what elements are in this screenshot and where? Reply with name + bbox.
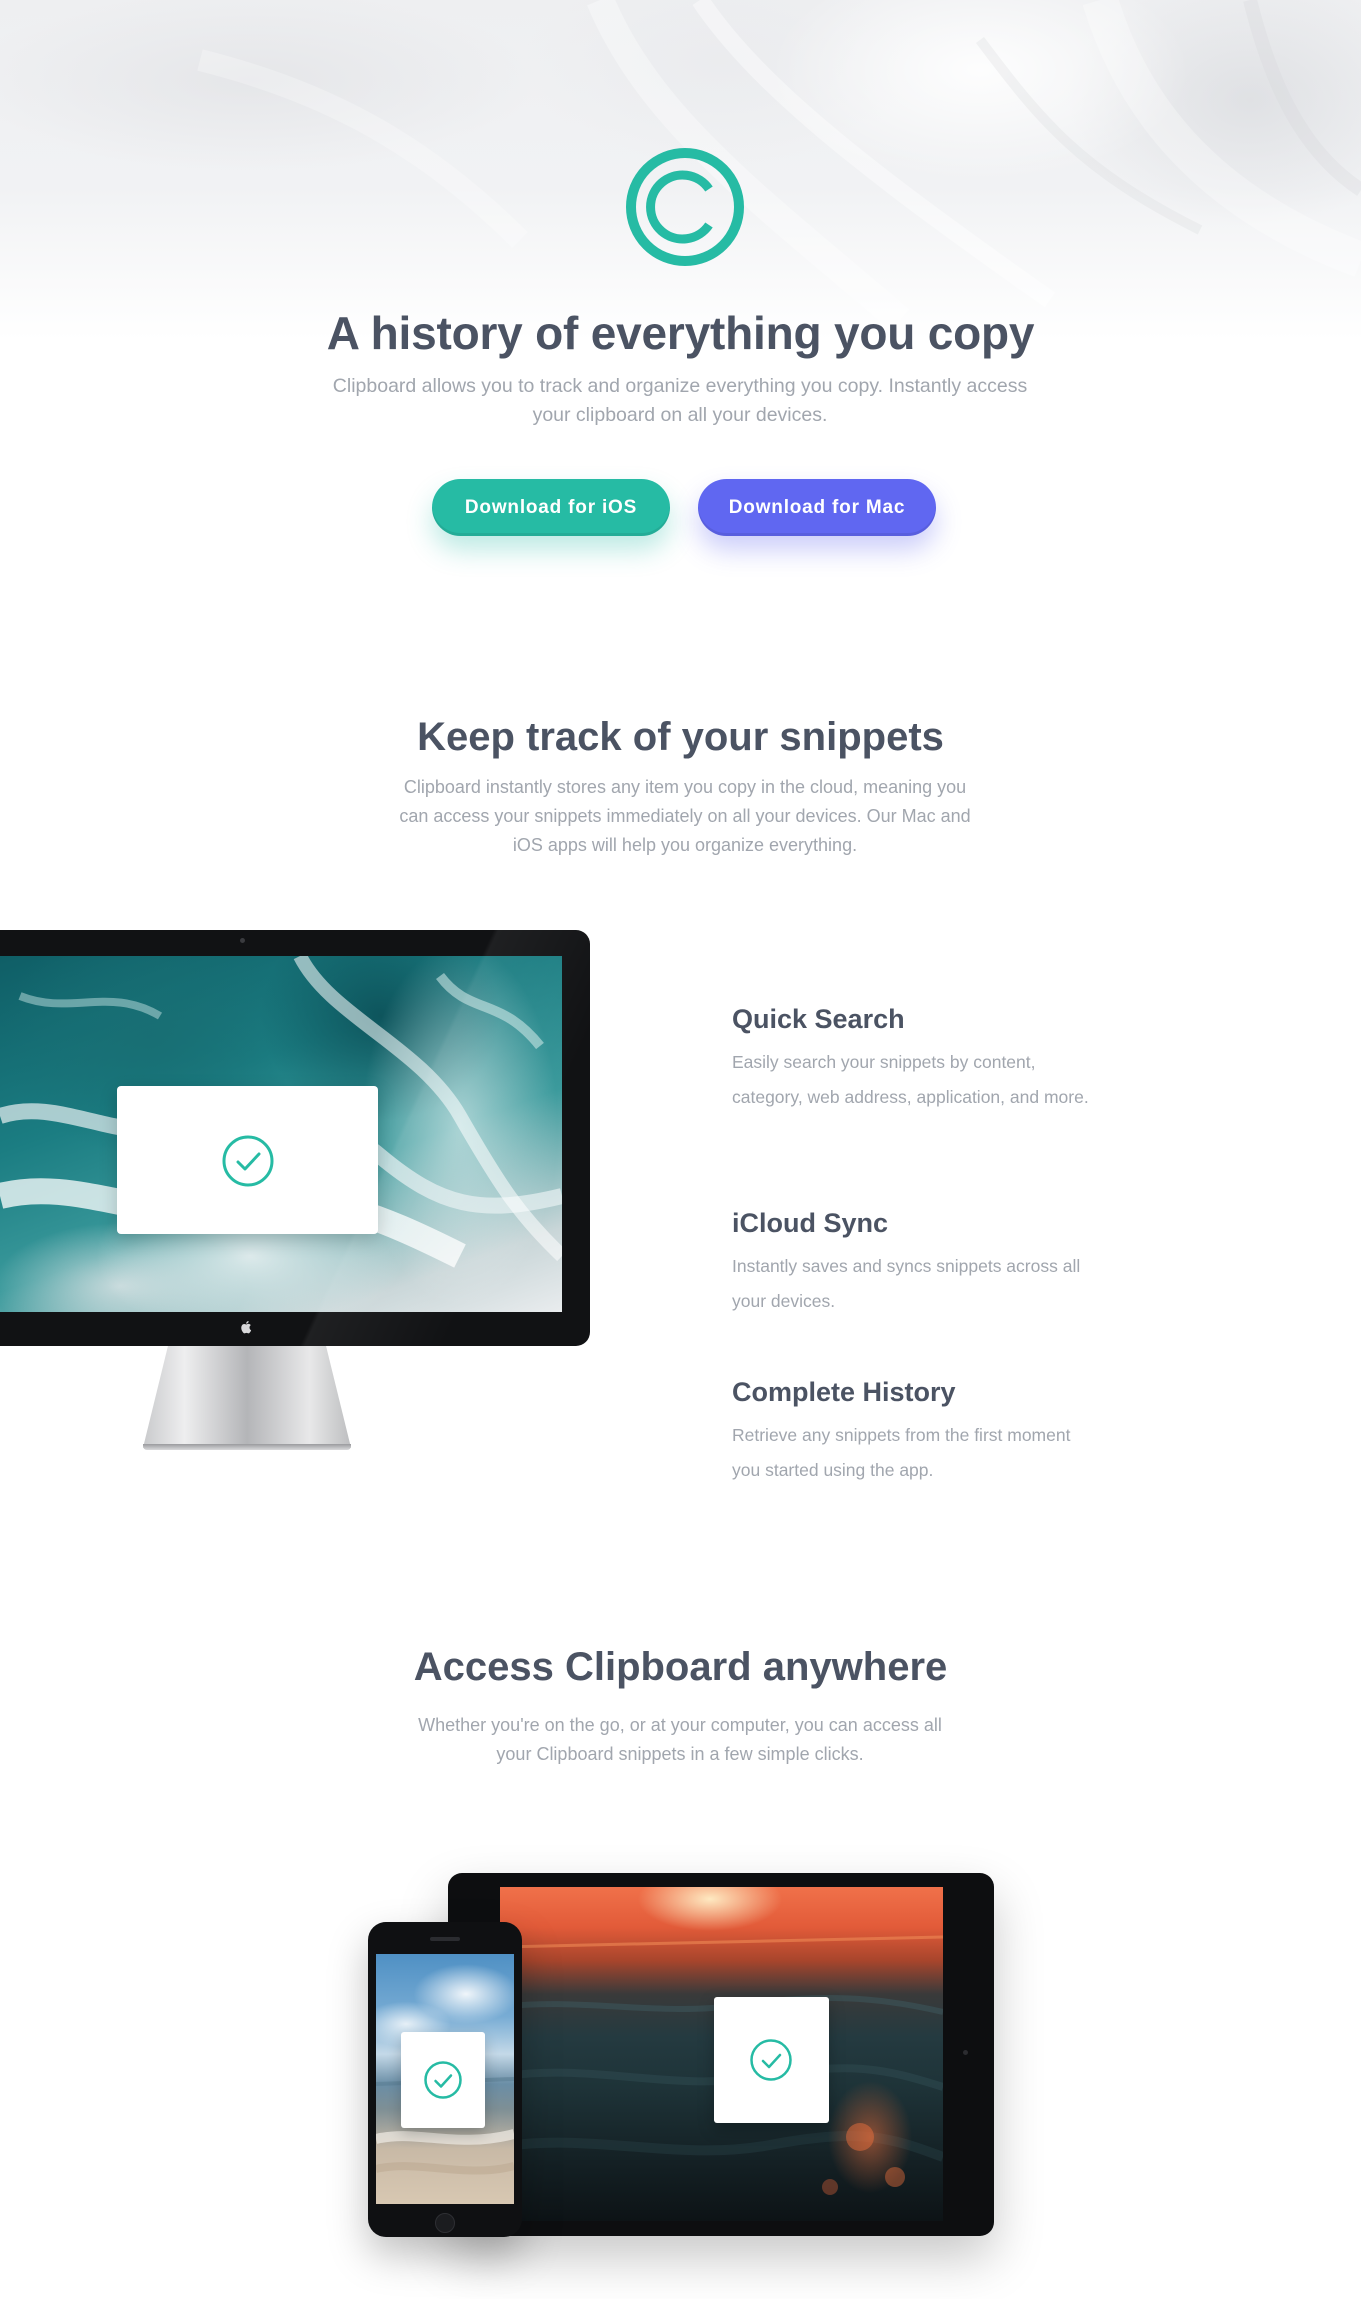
imac-illustration: [0, 930, 590, 1452]
download-mac-button[interactable]: Download for Mac: [698, 479, 936, 536]
tablet-screen: [500, 1887, 943, 2221]
access-subtitle: Whether you're on the go, or at your com…: [418, 1715, 942, 1764]
imac-camera: [240, 938, 245, 943]
snippets-title: Keep track of your snippets: [417, 715, 944, 759]
feature-quick-search: Quick Search Easily search your snippets…: [732, 1004, 1092, 1115]
check-circle-icon: [424, 2061, 462, 2099]
imac-glare: [300, 930, 590, 1346]
copyright-circle-icon: [625, 147, 745, 267]
clipboard-card: [714, 1997, 829, 2123]
download-ios-button[interactable]: Download for iOS: [432, 479, 670, 536]
feature-title: iCloud Sync: [732, 1208, 889, 1238]
snippets-subtitle: Clipboard instantly stores any item you …: [399, 777, 971, 855]
access-title: Access Clipboard anywhere: [413, 1645, 948, 1689]
hero-title: A history of everything you copy: [326, 307, 1035, 359]
phone-illustration: [368, 1922, 522, 2237]
feature-complete-history: Complete History Retrieve any snippets f…: [732, 1377, 1092, 1488]
feature-title: Quick Search: [732, 1004, 905, 1034]
check-circle-icon: [222, 1135, 274, 1187]
tablet-camera: [963, 2050, 968, 2055]
feature-icloud-sync: iCloud Sync Instantly saves and syncs sn…: [732, 1208, 1092, 1319]
hero-subtitle: Clipboard allows you to track and organi…: [332, 375, 1028, 426]
check-circle-icon: [750, 2039, 792, 2081]
phone-speaker: [430, 1937, 460, 1941]
imac-body: [0, 930, 590, 1346]
imac-stand-base: [143, 1444, 351, 1450]
apple-icon: [241, 1321, 252, 1334]
imac-stand: [143, 1346, 351, 1448]
feature-description: Retrieve any snippets from the first mom…: [732, 1425, 1071, 1480]
phone-home-button: [435, 2213, 455, 2233]
clipboard-card: [401, 2032, 485, 2128]
feature-description: Instantly saves and syncs snippets acros…: [732, 1256, 1081, 1311]
feature-title: Complete History: [732, 1377, 956, 1407]
phone-screen: [376, 1954, 514, 2204]
tablet-illustration: [448, 1873, 994, 2236]
feature-description: Easily search your snippets by content, …: [732, 1052, 1089, 1107]
